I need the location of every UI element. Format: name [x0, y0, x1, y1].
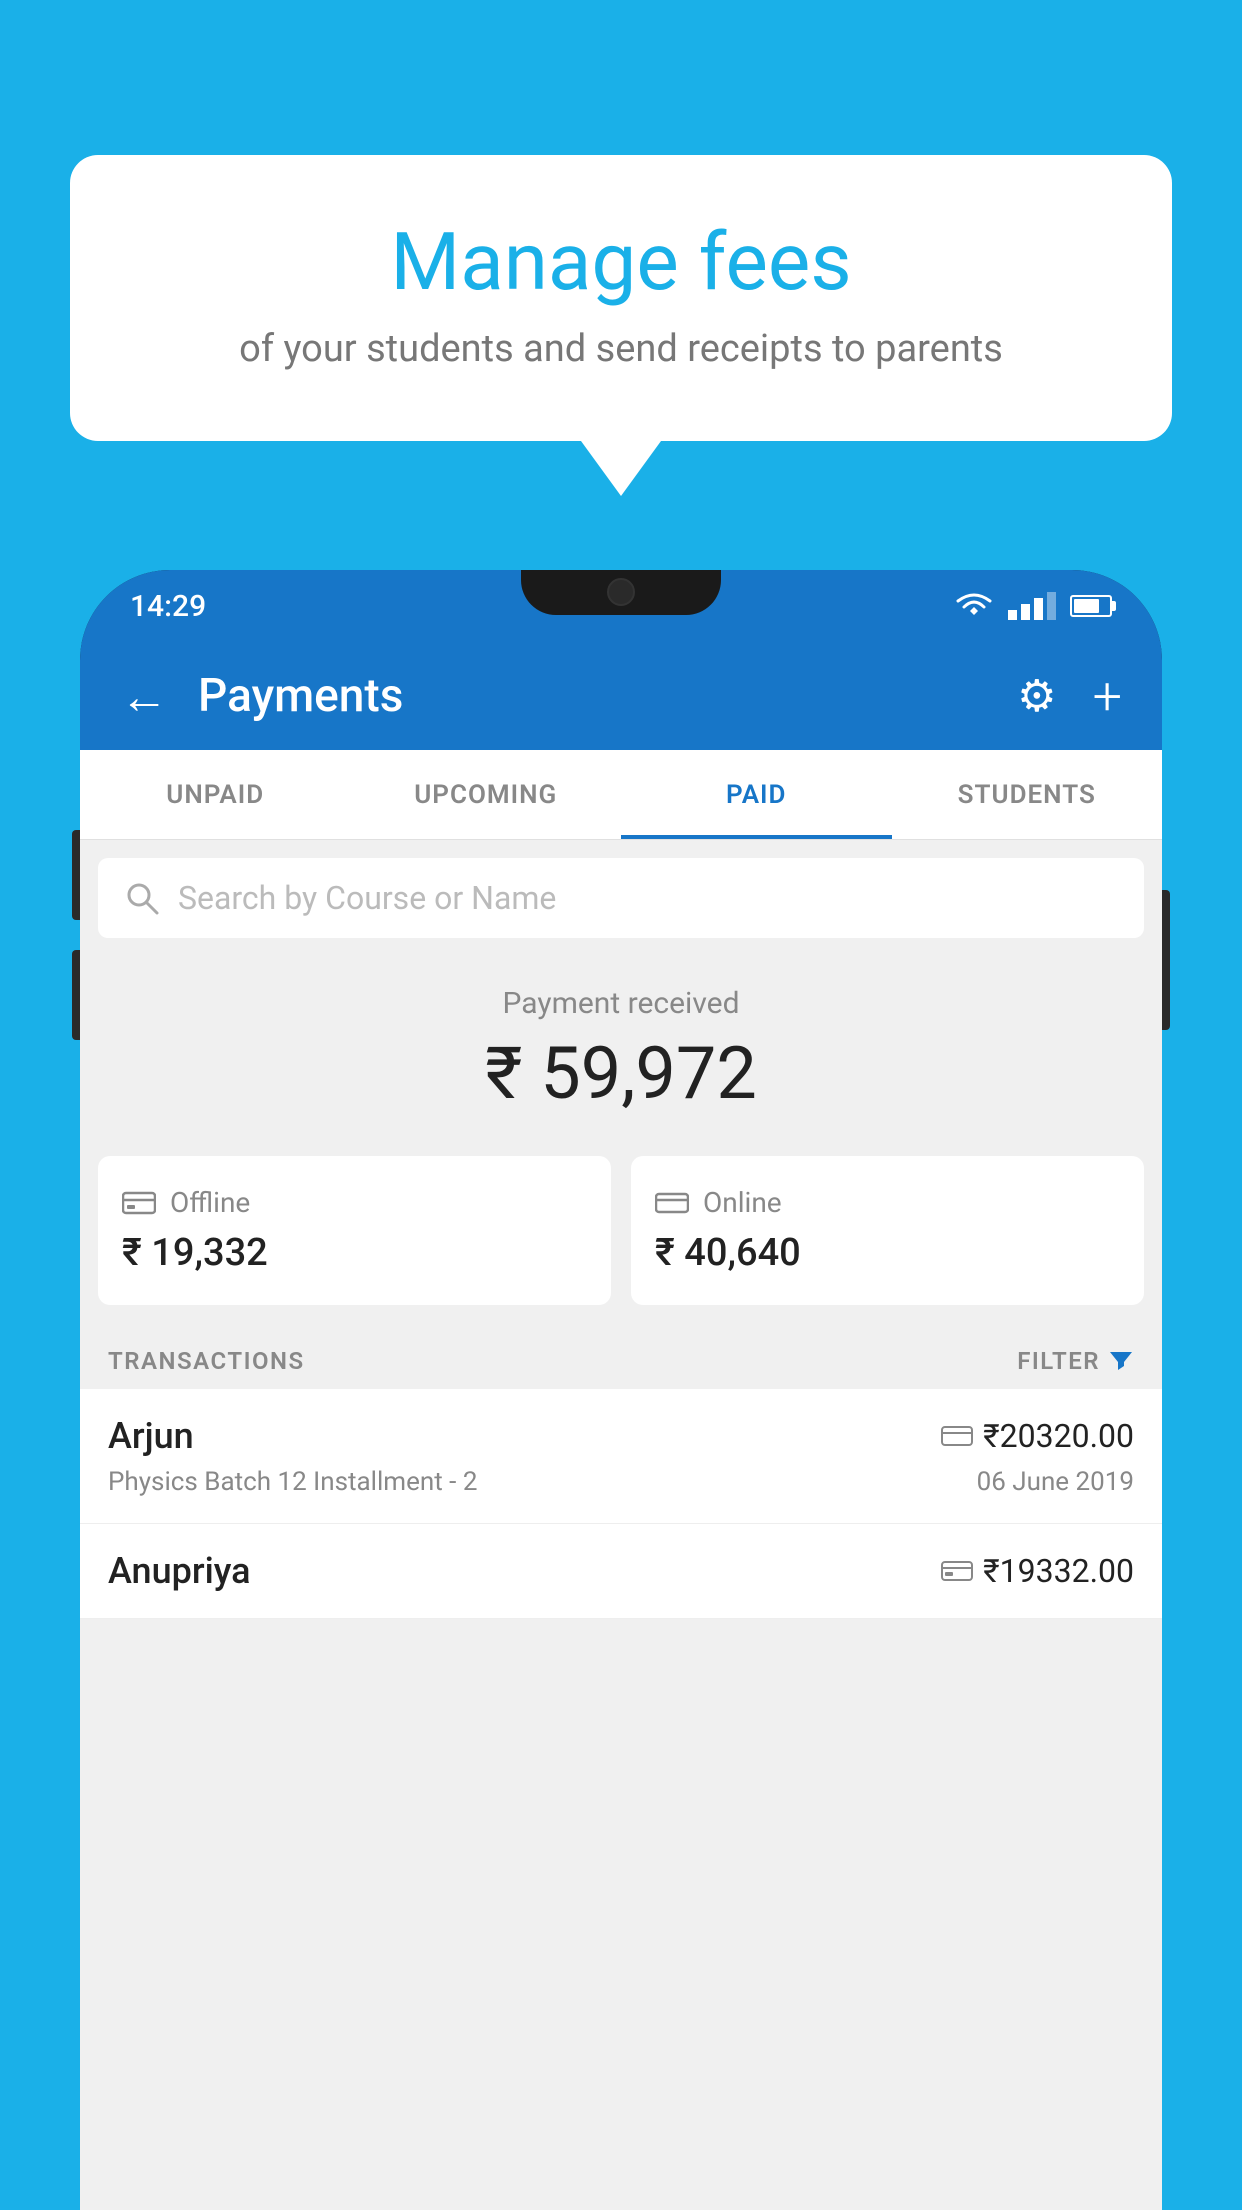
- wifi-icon: [954, 591, 994, 621]
- signal-icon: [1008, 592, 1056, 620]
- transaction-item[interactable]: Arjun ₹20320.00 Physics Batch 12 Install…: [80, 1389, 1162, 1524]
- speech-bubble-subtitle: of your students and send receipts to pa…: [150, 327, 1092, 371]
- search-bar: Search by Course or Name: [98, 858, 1144, 938]
- payment-cards: Offline ₹ 19,332 Online ₹ 40,640: [80, 1136, 1162, 1325]
- offline-label: Offline: [170, 1186, 250, 1219]
- payment-received-label: Payment received: [110, 986, 1132, 1021]
- filter-button[interactable]: FILTER: [1017, 1347, 1134, 1375]
- screen-content: UNPAID UPCOMING PAID STUDENTS Search: [80, 750, 1162, 2210]
- back-button[interactable]: ←: [120, 668, 168, 725]
- offline-amount: ₹ 19,332: [122, 1231, 587, 1275]
- online-card-header: Online: [655, 1186, 1120, 1219]
- phone-body: 14:29: [80, 570, 1162, 2210]
- offline-card-header: Offline: [122, 1186, 587, 1219]
- offline-payment-icon: [122, 1188, 156, 1218]
- app-header: ← Payments ⚙ +: [80, 642, 1162, 750]
- online-amount: ₹ 40,640: [655, 1231, 1120, 1275]
- speech-bubble-container: Manage fees of your students and send re…: [70, 155, 1172, 496]
- transaction-row-top: Anupriya ₹19332.00: [108, 1550, 1134, 1592]
- transaction-row-bottom: Physics Batch 12 Installment - 2 06 June…: [108, 1467, 1134, 1497]
- search-icon: [124, 880, 160, 916]
- offline-card: Offline ₹ 19,332: [98, 1156, 611, 1305]
- transaction-item[interactable]: Anupriya ₹19332.00: [80, 1524, 1162, 1619]
- tab-unpaid[interactable]: UNPAID: [80, 750, 351, 839]
- tab-upcoming[interactable]: UPCOMING: [351, 750, 622, 839]
- online-transaction-icon: [941, 1423, 973, 1449]
- offline-transaction-icon: [941, 1558, 973, 1584]
- speech-bubble-title: Manage fees: [150, 215, 1092, 309]
- online-payment-icon: [655, 1189, 689, 1217]
- settings-icon[interactable]: ⚙: [1017, 670, 1056, 722]
- transaction-amount-row: ₹19332.00: [941, 1552, 1134, 1590]
- transaction-name: Anupriya: [108, 1550, 251, 1592]
- transaction-detail: Physics Batch 12 Installment - 2: [108, 1467, 477, 1497]
- header-title: Payments: [198, 669, 1017, 723]
- transaction-date: 06 June 2019: [977, 1467, 1134, 1497]
- phone-notch: [521, 570, 721, 615]
- tab-students[interactable]: STUDENTS: [892, 750, 1163, 839]
- phone-camera: [607, 578, 635, 606]
- speech-bubble-tail: [581, 441, 661, 496]
- transaction-amount-row: ₹20320.00: [941, 1417, 1134, 1455]
- speech-bubble: Manage fees of your students and send re…: [70, 155, 1172, 441]
- search-placeholder[interactable]: Search by Course or Name: [178, 879, 556, 917]
- header-actions: ⚙ +: [1017, 666, 1122, 727]
- status-icons: [954, 591, 1112, 621]
- transaction-name: Arjun: [108, 1415, 194, 1457]
- add-button[interactable]: +: [1093, 666, 1122, 727]
- transactions-label: TRANSACTIONS: [108, 1347, 305, 1375]
- filter-icon: [1108, 1348, 1134, 1374]
- transaction-row-top: Arjun ₹20320.00: [108, 1415, 1134, 1457]
- online-label: Online: [703, 1186, 782, 1219]
- transaction-amount: ₹20320.00: [983, 1417, 1134, 1455]
- transaction-amount: ₹19332.00: [983, 1552, 1134, 1590]
- phone-wrapper: 14:29: [80, 570, 1162, 2208]
- online-card: Online ₹ 40,640: [631, 1156, 1144, 1305]
- tabs-bar: UNPAID UPCOMING PAID STUDENTS: [80, 750, 1162, 840]
- transactions-header: TRANSACTIONS FILTER: [80, 1325, 1162, 1389]
- battery-icon: [1070, 595, 1112, 617]
- status-time: 14:29: [130, 589, 206, 624]
- payment-received-amount: ₹ 59,972: [110, 1031, 1132, 1116]
- tab-paid[interactable]: PAID: [621, 750, 892, 839]
- payment-received-section: Payment received ₹ 59,972: [80, 956, 1162, 1136]
